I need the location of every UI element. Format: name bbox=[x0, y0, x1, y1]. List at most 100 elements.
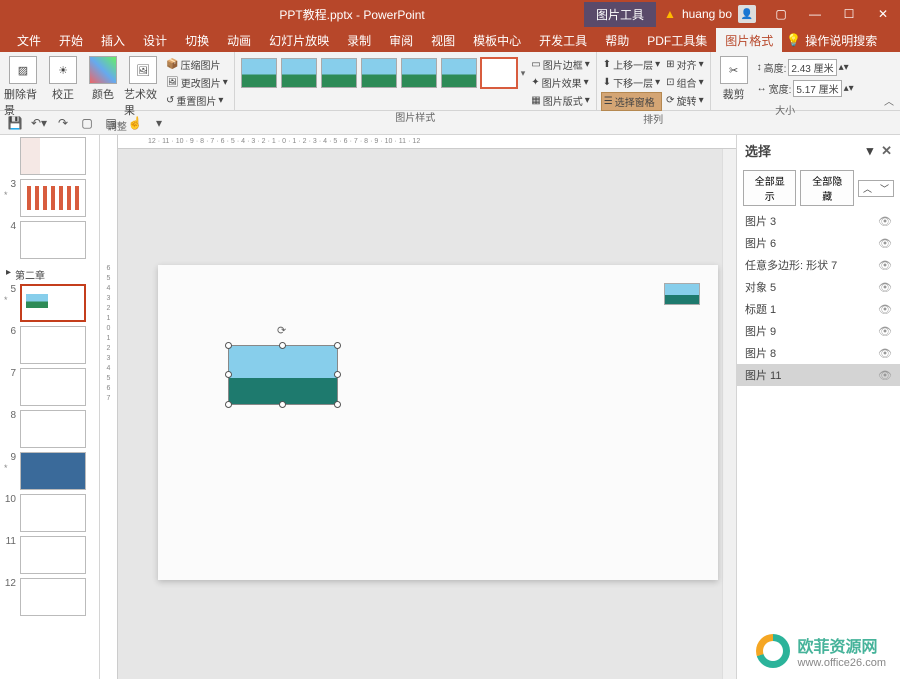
tab-developer[interactable]: 开发工具 bbox=[530, 28, 596, 53]
warning-icon: ▲ bbox=[664, 7, 676, 21]
resize-handle[interactable] bbox=[334, 342, 341, 349]
slide-thumb[interactable] bbox=[20, 179, 86, 217]
slide-canvas[interactable]: ⟳ bbox=[158, 265, 718, 580]
style-thumb[interactable] bbox=[441, 58, 477, 88]
slide-thumbnails[interactable]: 3* 4 ▸第二章 5* 6 7 8 9* 10 11 12 bbox=[0, 135, 100, 679]
crop-button[interactable]: ✂裁剪 bbox=[715, 54, 753, 102]
slide-thumb[interactable] bbox=[20, 326, 86, 364]
selection-item[interactable]: 图片 6👁 bbox=[737, 232, 900, 254]
selection-item[interactable]: 标题 1👁 bbox=[737, 298, 900, 320]
tab-design[interactable]: 设计 bbox=[134, 28, 176, 53]
user-name: huang bo bbox=[682, 7, 732, 21]
resize-handle[interactable] bbox=[225, 401, 232, 408]
visibility-icon[interactable]: 👁 bbox=[878, 237, 892, 250]
visibility-icon[interactable]: 👁 bbox=[878, 259, 892, 272]
close-button[interactable]: ✕ bbox=[866, 0, 900, 28]
slide-thumb[interactable] bbox=[20, 368, 86, 406]
picture-layout[interactable]: ▦ 图片版式 ▾ bbox=[529, 92, 591, 109]
pane-dropdown-icon[interactable]: ▾ bbox=[867, 143, 874, 159]
tab-review[interactable]: 审阅 bbox=[380, 28, 422, 53]
style-thumb[interactable] bbox=[321, 58, 357, 88]
color-button[interactable]: 颜色 bbox=[84, 54, 122, 102]
slide-thumb[interactable] bbox=[20, 536, 86, 574]
ribbon-display-button[interactable]: ▢ bbox=[764, 0, 798, 28]
send-backward[interactable]: ⬇ 下移一层 ▾ bbox=[601, 74, 662, 91]
artistic-button[interactable]: 🖼艺术效果 bbox=[124, 54, 162, 118]
picture-selected[interactable]: ⟳ bbox=[228, 345, 338, 405]
tell-me[interactable]: 💡操作说明搜索 bbox=[786, 32, 877, 49]
align-button[interactable]: ⊞ 对齐 ▾ bbox=[664, 56, 705, 73]
resize-handle[interactable] bbox=[334, 401, 341, 408]
tab-record[interactable]: 录制 bbox=[338, 28, 380, 53]
style-thumb-selected[interactable] bbox=[481, 58, 517, 88]
selection-item[interactable]: 任意多边形: 形状 7👁 bbox=[737, 254, 900, 276]
rotate-button[interactable]: ⟳ 旋转 ▾ bbox=[664, 92, 705, 109]
style-thumb[interactable] bbox=[241, 58, 277, 88]
style-thumb[interactable] bbox=[401, 58, 437, 88]
picture-effects[interactable]: ✦ 图片效果 ▾ bbox=[529, 74, 591, 91]
picture-small[interactable] bbox=[664, 283, 700, 305]
resize-handle[interactable] bbox=[279, 342, 286, 349]
style-thumb[interactable] bbox=[281, 58, 317, 88]
rotate-handle-icon[interactable]: ⟳ bbox=[277, 324, 286, 337]
style-thumb[interactable] bbox=[361, 58, 397, 88]
tab-pdf[interactable]: PDF工具集 bbox=[638, 28, 716, 53]
change-picture[interactable]: 🖼 更改图片 ▾ bbox=[164, 74, 230, 91]
tab-templates[interactable]: 模板中心 bbox=[464, 28, 530, 53]
slide-thumb[interactable] bbox=[20, 410, 86, 448]
tab-transitions[interactable]: 切换 bbox=[176, 28, 218, 53]
selection-pane-button[interactable]: ☰ 选择窗格 bbox=[601, 92, 662, 111]
selection-item-selected[interactable]: 图片 11👁 bbox=[737, 364, 900, 386]
width-input[interactable]: ↔ 宽度: 5.17 厘米 ▴▾ bbox=[755, 79, 856, 98]
slide-thumb[interactable] bbox=[20, 494, 86, 532]
minimize-button[interactable]: — bbox=[798, 0, 832, 28]
move-up-icon[interactable]: ︿ bbox=[859, 181, 876, 196]
bring-forward[interactable]: ⬆ 上移一层 ▾ bbox=[601, 56, 662, 73]
visibility-icon[interactable]: 👁 bbox=[878, 369, 892, 382]
picture-styles-gallery[interactable]: ▾ bbox=[239, 54, 528, 92]
tab-file[interactable]: 文件 bbox=[8, 28, 50, 53]
tab-help[interactable]: 帮助 bbox=[596, 28, 638, 53]
section-header[interactable]: ▸第二章 bbox=[4, 263, 95, 284]
visibility-icon[interactable]: 👁 bbox=[878, 215, 892, 228]
reset-picture[interactable]: ↺ 重置图片 ▾ bbox=[164, 92, 230, 109]
visibility-icon[interactable]: 👁 bbox=[878, 325, 892, 338]
maximize-button[interactable]: ☐ bbox=[832, 0, 866, 28]
collapse-ribbon-icon[interactable]: ︿ bbox=[884, 93, 894, 108]
tab-home[interactable]: 开始 bbox=[50, 28, 92, 53]
account-area[interactable]: ▲ huang bo 👤 bbox=[656, 5, 764, 23]
corrections-button[interactable]: ☀校正 bbox=[44, 54, 82, 102]
slide-thumb[interactable] bbox=[20, 137, 86, 175]
vertical-scrollbar[interactable] bbox=[722, 135, 736, 679]
tab-animations[interactable]: 动画 bbox=[218, 28, 260, 53]
move-down-icon[interactable]: ﹀ bbox=[876, 181, 893, 196]
resize-handle[interactable] bbox=[225, 342, 232, 349]
selection-item[interactable]: 图片 8👁 bbox=[737, 342, 900, 364]
visibility-icon[interactable]: 👁 bbox=[878, 281, 892, 294]
selection-item[interactable]: 图片 3👁 bbox=[737, 210, 900, 232]
resize-handle[interactable] bbox=[279, 401, 286, 408]
compress-picture[interactable]: 📦 压缩图片 bbox=[164, 56, 230, 73]
slide-thumb[interactable] bbox=[20, 578, 86, 616]
visibility-icon[interactable]: 👁 bbox=[878, 347, 892, 360]
selection-item[interactable]: 对象 5👁 bbox=[737, 276, 900, 298]
picture-border[interactable]: ▭ 图片边框 ▾ bbox=[529, 56, 591, 73]
group-styles: ▾ ▭ 图片边框 ▾ ✦ 图片效果 ▾ ▦ 图片版式 ▾ 图片样式 bbox=[235, 52, 597, 110]
slide-thumb[interactable] bbox=[20, 221, 86, 259]
slide-thumb[interactable] bbox=[20, 452, 86, 490]
slide-thumb-current[interactable] bbox=[20, 284, 86, 322]
tab-slideshow[interactable]: 幻灯片放映 bbox=[260, 28, 338, 53]
visibility-icon[interactable]: 👁 bbox=[878, 303, 892, 316]
resize-handle[interactable] bbox=[334, 371, 341, 378]
group-button[interactable]: ⊡ 组合 ▾ bbox=[664, 74, 705, 91]
resize-handle[interactable] bbox=[225, 371, 232, 378]
tab-insert[interactable]: 插入 bbox=[92, 28, 134, 53]
pane-close-icon[interactable]: ✕ bbox=[881, 143, 892, 159]
show-all-button[interactable]: 全部显示 bbox=[743, 170, 796, 206]
hide-all-button[interactable]: 全部隐藏 bbox=[800, 170, 853, 206]
selection-item[interactable]: 图片 9👁 bbox=[737, 320, 900, 342]
remove-bg-button[interactable]: ▨删除背景 bbox=[4, 54, 42, 118]
tab-picture-format[interactable]: 图片格式 bbox=[716, 28, 782, 53]
tab-view[interactable]: 视图 bbox=[422, 28, 464, 53]
height-input[interactable]: ↕ 高度: 2.43 厘米 ▴▾ bbox=[755, 58, 856, 77]
